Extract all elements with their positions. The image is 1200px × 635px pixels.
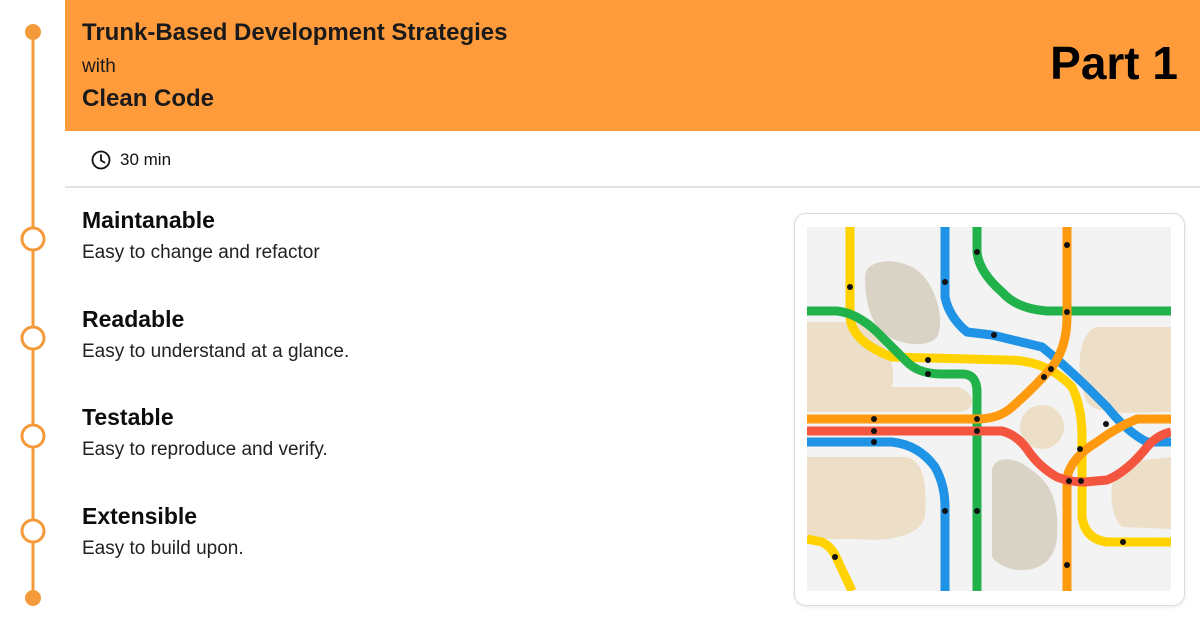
item-description: Easy to understand at a glance.: [82, 341, 350, 362]
header-title-line1: Trunk-Based Development Strategies: [82, 19, 508, 46]
timeline-node-1: [20, 226, 46, 252]
item-title: Maintanable: [82, 207, 215, 233]
item-description: Easy to reproduce and verify.: [82, 439, 328, 460]
timeline: [0, 0, 66, 630]
part-label: Part 1: [1050, 37, 1178, 89]
timeline-node-2: [20, 325, 46, 351]
item-description: Easy to build upon.: [82, 538, 244, 559]
item-title: Readable: [82, 306, 185, 332]
header-title-line2: with: [82, 56, 116, 77]
clock-icon: [91, 150, 111, 170]
list-item: Extensible Easy to build upon.: [82, 502, 244, 562]
duration-label: 30 min: [120, 150, 172, 169]
header-banner: Trunk-Based Development Strategies with …: [65, 0, 1200, 131]
subway-map-illustration: [807, 227, 1171, 591]
timeline-node-3: [20, 423, 46, 449]
timeline-end-dot: [25, 590, 41, 606]
item-title: Testable: [82, 404, 174, 430]
list-item: Maintanable Easy to change and refactor: [82, 206, 320, 266]
item-title: Extensible: [82, 503, 198, 529]
list-item: Testable Easy to reproduce and verify.: [82, 403, 328, 463]
meta-row: 30 min: [65, 131, 1200, 188]
list-item: Readable Easy to understand at a glance.: [82, 305, 349, 365]
header-title-line3: Clean Code: [82, 85, 215, 112]
timeline-node-4: [20, 518, 46, 544]
timeline-start-dot: [25, 24, 41, 40]
subway-map-card: [794, 213, 1185, 606]
item-description: Easy to change and refactor: [82, 242, 320, 263]
